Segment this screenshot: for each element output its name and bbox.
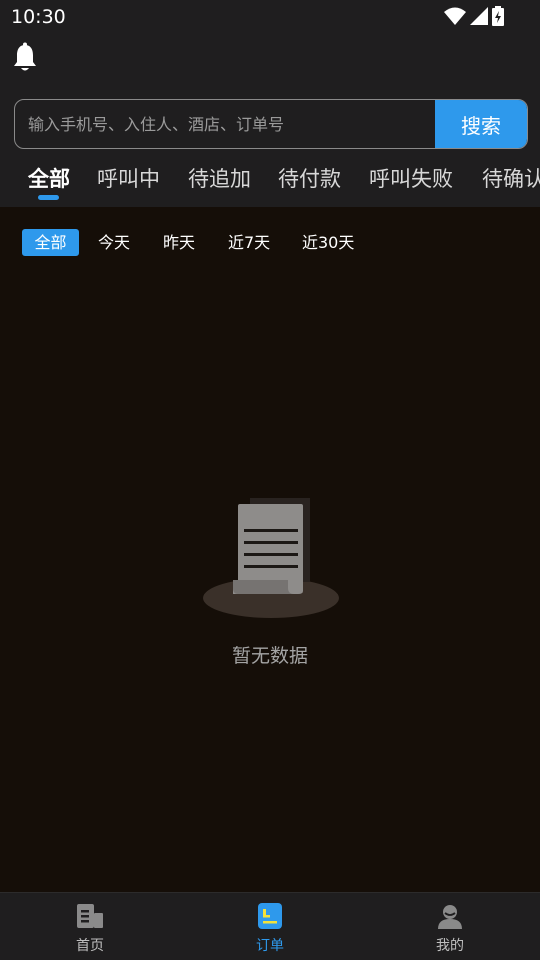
- tab-pending-payment[interactable]: 待付款: [278, 163, 341, 193]
- home-building-icon: [77, 904, 103, 928]
- date-filter-today[interactable]: 今天: [98, 229, 130, 256]
- empty-document-icon: [203, 498, 339, 618]
- notification-bell-icon[interactable]: [12, 42, 38, 72]
- nav-orders[interactable]: 订单: [180, 893, 360, 960]
- search-input[interactable]: [15, 100, 437, 148]
- active-tab-indicator: [38, 195, 59, 200]
- search-button[interactable]: 搜索: [435, 100, 527, 148]
- tab-pending-addition[interactable]: 待追加: [188, 163, 251, 193]
- search-box: 搜索: [14, 99, 528, 149]
- nav-profile-label: 我的: [436, 938, 464, 954]
- nav-home-label: 首页: [76, 938, 104, 954]
- tab-pending-confirmation[interactable]: 待确认: [482, 163, 540, 193]
- date-filter-last-7-days[interactable]: 近7天: [228, 229, 270, 256]
- status-time: 10:30: [11, 6, 66, 28]
- nav-orders-label: 订单: [256, 938, 284, 954]
- status-bar: 10:30: [0, 0, 540, 34]
- date-filter-last-30-days[interactable]: 近30天: [302, 229, 354, 256]
- profile-person-icon: [438, 905, 462, 929]
- nav-home[interactable]: 首页: [0, 893, 180, 960]
- nav-profile[interactable]: 我的: [360, 893, 540, 960]
- date-filter: 全部 今天 昨天 近7天 近30天: [0, 228, 540, 258]
- bottom-navigation: 首页 订单 我的: [0, 892, 540, 960]
- battery-icon: [492, 6, 504, 26]
- status-icons: [444, 6, 504, 26]
- wifi-icon: [444, 7, 466, 25]
- date-filter-all[interactable]: 全部: [22, 229, 79, 256]
- date-filter-yesterday[interactable]: 昨天: [163, 229, 195, 256]
- order-status-tabs: 全部 呼叫中 待追加 待付款 呼叫失败 待确认: [0, 160, 540, 206]
- tab-all[interactable]: 全部: [28, 163, 70, 193]
- order-list-icon: [258, 903, 282, 929]
- tab-calling[interactable]: 呼叫中: [97, 163, 160, 193]
- empty-state-text: 暂无数据: [231, 645, 308, 667]
- signal-icon: [470, 7, 488, 25]
- tab-call-failed[interactable]: 呼叫失败: [369, 163, 453, 193]
